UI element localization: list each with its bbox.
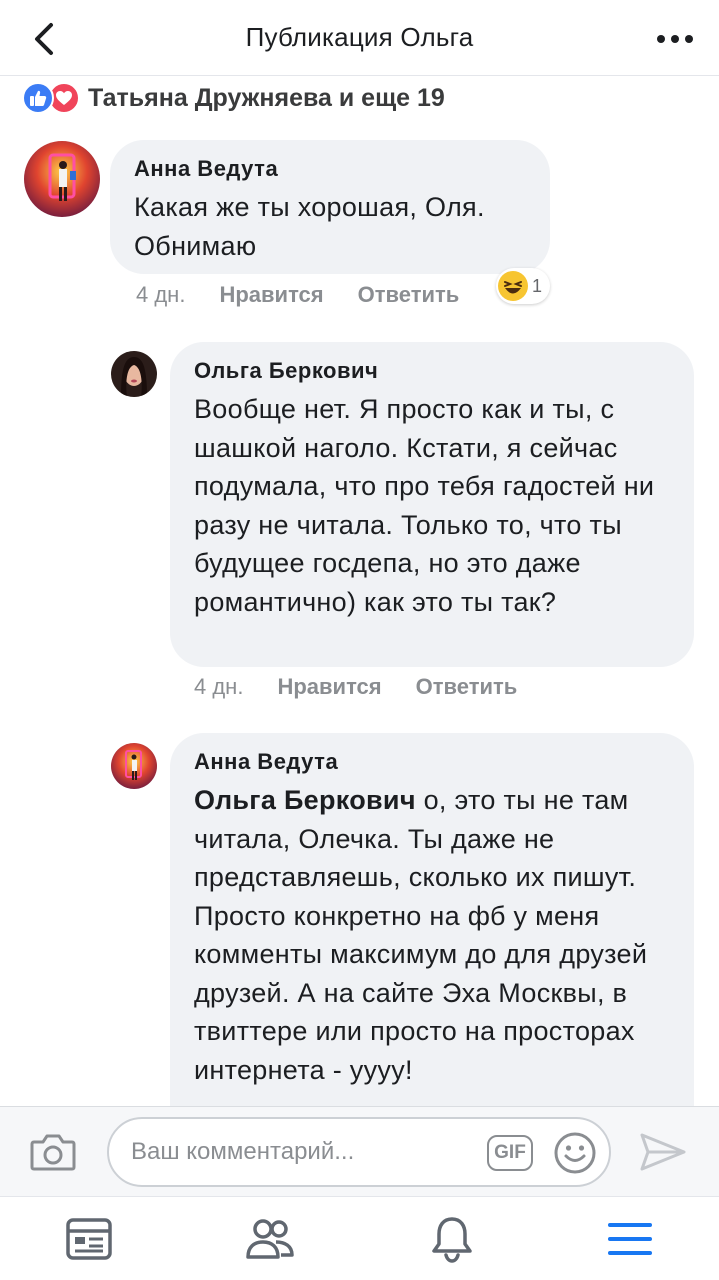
comment-input-wrapper: GIF: [107, 1117, 611, 1187]
smiley-icon: [554, 1132, 596, 1174]
tab-notifications[interactable]: [420, 1207, 484, 1271]
comment-author[interactable]: Анна Ведута: [134, 156, 526, 182]
comment-bubble[interactable]: Анна Ведута Какая же ты хорошая, Оля. Об…: [110, 140, 550, 274]
reactions-summary[interactable]: Татьяна Дружняева и еще 19: [22, 80, 445, 116]
reactions-summary-text: Татьяна Дружняева и еще 19: [88, 83, 445, 112]
tab-news-feed[interactable]: [57, 1207, 121, 1271]
reply-button[interactable]: Ответить: [416, 674, 518, 700]
comment-bubble[interactable]: Анна Ведута Ольга Беркович о, это ты не …: [170, 733, 694, 1153]
camera-icon: [30, 1134, 76, 1171]
notifications-icon: [432, 1217, 472, 1263]
haha-emoji-icon: [498, 271, 528, 301]
comment-actions: 4 дн. Нравится Ответить: [136, 282, 459, 308]
camera-button[interactable]: [26, 1127, 80, 1177]
bottom-tab-bar: [0, 1196, 719, 1280]
send-icon: [640, 1133, 686, 1171]
more-dots-icon: [657, 35, 665, 43]
friends-icon: [246, 1219, 294, 1259]
comment-text: Ольга Беркович о, это ты не там читала, …: [194, 781, 670, 1089]
comment-text-body: о, это ты не там читала, Олечка. Ты даже…: [194, 785, 648, 1085]
reply-button[interactable]: Ответить: [358, 282, 460, 308]
gif-button[interactable]: GIF: [487, 1135, 533, 1171]
comment-bubble[interactable]: Ольга Беркович Вообще нет. Я просто как …: [170, 342, 694, 667]
mention-link[interactable]: Ольга Беркович: [194, 785, 416, 815]
tab-menu[interactable]: [598, 1207, 662, 1271]
comment-composer: GIF: [0, 1106, 719, 1196]
more-options-button[interactable]: [653, 22, 697, 56]
like-button[interactable]: Нравится: [219, 282, 323, 308]
avatar[interactable]: [111, 351, 157, 397]
emoji-button[interactable]: [553, 1131, 597, 1175]
top-bar: Публикация Ольга: [0, 0, 719, 76]
comment-text: Какая же ты хорошая, Оля. Обнимаю: [134, 192, 485, 261]
send-button[interactable]: [636, 1125, 690, 1179]
like-button[interactable]: Нравится: [277, 674, 381, 700]
news-feed-icon: [66, 1218, 112, 1260]
comment-time[interactable]: 4 дн.: [136, 282, 185, 308]
comment-reaction-badge[interactable]: 1: [496, 268, 551, 304]
avatar[interactable]: [24, 141, 100, 217]
menu-icon: [608, 1223, 652, 1255]
tab-friends[interactable]: [238, 1207, 302, 1271]
comment-input[interactable]: [131, 1119, 471, 1185]
page-title: Публикация Ольга: [245, 22, 474, 52]
avatar[interactable]: [111, 743, 157, 789]
comment-time[interactable]: 4 дн.: [194, 674, 243, 700]
comment-author[interactable]: Анна Ведута: [194, 749, 670, 775]
comment-author[interactable]: Ольга Беркович: [194, 358, 670, 384]
like-icon: [22, 82, 54, 114]
reaction-count: 1: [532, 275, 543, 296]
comment-actions: 4 дн. Нравится Ответить: [194, 674, 517, 700]
comment-text: Вообще нет. Я просто как и ты, с шашкой …: [194, 394, 655, 617]
